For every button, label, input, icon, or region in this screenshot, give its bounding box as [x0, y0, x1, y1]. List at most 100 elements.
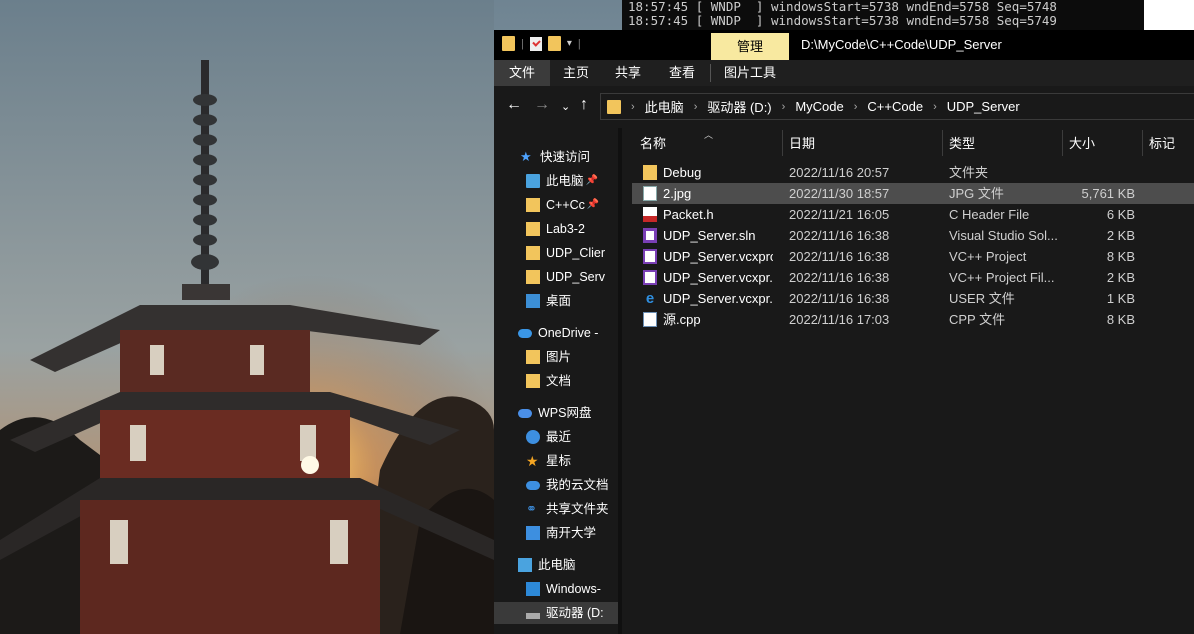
breadcrumb-separator-icon[interactable]: ›	[854, 101, 858, 113]
tab-share[interactable]: 共享	[602, 60, 654, 86]
file-row[interactable]: Packet.h 2022/11/21 16:05 C Header File …	[632, 204, 1194, 225]
new-folder-icon[interactable]	[547, 36, 561, 51]
title-bar: | ▾ | 管理 D:\MyCode\C++Code\UDP_Server	[494, 30, 1194, 60]
vcxproj-file-icon	[643, 249, 657, 264]
file-name: Debug	[663, 165, 702, 180]
recent-locations-chevron-icon[interactable]: ⌄	[561, 100, 570, 113]
tab-view[interactable]: 查看	[654, 60, 710, 86]
file-row[interactable]: UDP_Server.vcxpr... 2022/11/16 16:38 VC+…	[632, 267, 1194, 288]
nav-item-this-pc[interactable]: 此电脑	[494, 554, 618, 576]
file-row[interactable]: e UDP_Server.vcxpr... 2022/11/16 16:38 US…	[632, 288, 1194, 309]
toolbar-separator: |	[521, 37, 524, 50]
nav-item-starred[interactable]: ★ 星标	[494, 450, 618, 472]
breadcrumb-separator-icon[interactable]: ›	[694, 101, 698, 113]
pc-icon	[526, 174, 540, 188]
folder-icon	[526, 246, 540, 260]
nav-item-udp-client[interactable]: UDP_Clier	[494, 242, 618, 264]
nav-item-pictures[interactable]: 图片	[494, 346, 618, 368]
nav-item-this-pc-pinned[interactable]: 此电脑 📌	[494, 170, 618, 192]
nav-item-quick-access[interactable]: ★ 快速访问	[494, 146, 618, 168]
file-size: 8 KB	[1106, 249, 1135, 264]
column-header-tags[interactable]: 标记	[1149, 130, 1175, 158]
file-type: 文件夹	[949, 165, 989, 180]
nav-item-windows-drive[interactable]: Windows-	[494, 578, 618, 600]
forward-arrow-icon[interactable]: →	[534, 96, 550, 114]
tab-picture-tools[interactable]: 图片工具	[711, 60, 789, 86]
console-output: 18:57:45 [ WNDP ] windowsStart=5738 wndE…	[622, 0, 1144, 30]
nav-item-my-cloud-docs[interactable]: 我的云文档	[494, 474, 618, 496]
drive-icon	[526, 582, 540, 596]
folder-icon	[526, 222, 540, 236]
nav-item-recent[interactable]: 最近	[494, 426, 618, 448]
file-row[interactable]: UDP_Server.vcxproj 2022/11/16 16:38 VC++…	[632, 246, 1194, 267]
file-type: C Header File	[949, 207, 1030, 222]
properties-icon[interactable]	[529, 36, 542, 51]
tab-home[interactable]: 主页	[550, 60, 602, 86]
nav-item-cpp-code[interactable]: C++Cc 📌	[494, 194, 618, 216]
background-window	[1144, 0, 1194, 30]
nav-item-shared-folders[interactable]: ⚭ 共享文件夹	[494, 498, 618, 520]
file-date: 2022/11/16 16:38	[789, 228, 890, 243]
file-row-selected[interactable]: 2.jpg 2022/11/30 18:57 JPG 文件 5,761 KB	[632, 183, 1194, 204]
nav-item-drive-d[interactable]: 驱动器 (D:	[494, 602, 618, 624]
pc-icon	[518, 558, 532, 572]
nav-item-label: Lab3-2	[546, 222, 585, 236]
column-header-name[interactable]: 名称	[640, 130, 666, 158]
breadcrumb-separator-icon[interactable]: ›	[782, 101, 786, 113]
file-row[interactable]: Debug 2022/11/16 20:57 文件夹	[632, 162, 1194, 183]
nav-item-label: 快速访问	[540, 150, 591, 164]
manage-context-tab[interactable]: 管理	[711, 33, 789, 60]
column-header-date[interactable]: 日期	[789, 130, 815, 158]
file-type: VC++ Project	[949, 249, 1027, 264]
file-date: 2022/11/21 16:05	[789, 207, 890, 222]
nav-item-onedrive[interactable]: OneDrive -	[494, 322, 618, 344]
file-type: VC++ Project Fil...	[949, 270, 1055, 285]
toolbar-separator: |	[577, 37, 581, 50]
back-arrow-icon[interactable]: ←	[506, 96, 522, 114]
column-header-type[interactable]: 类型	[949, 130, 975, 158]
nav-item-label: 桌面	[546, 294, 572, 308]
nav-item-nankai[interactable]: 南开大学	[494, 522, 618, 544]
up-arrow-icon[interactable]: ↑	[580, 96, 588, 114]
file-type: Visual Studio Sol...	[949, 228, 1058, 243]
nav-item-lab3-2[interactable]: Lab3-2	[494, 218, 618, 240]
pin-icon: 📌	[586, 199, 600, 210]
customize-toolbar-chevron-icon[interactable]: ▾	[567, 38, 572, 49]
file-name: 2.jpg	[663, 186, 692, 201]
breadcrumb-separator-icon[interactable]: ›	[933, 101, 937, 113]
breadcrumb-item[interactable]: 此电脑	[645, 97, 684, 116]
tab-file[interactable]: 文件	[494, 60, 550, 86]
file-size: 1 KB	[1106, 291, 1135, 306]
breadcrumb-item[interactable]: UDP_Server	[947, 99, 1020, 114]
quick-access-toolbar: | ▾ |	[502, 36, 581, 51]
breadcrumb-item[interactable]: C++Code	[867, 99, 923, 114]
nav-item-label: 文档	[546, 374, 572, 388]
column-separator[interactable]	[1062, 130, 1063, 156]
nav-item-desktop[interactable]: 桌面	[494, 290, 618, 312]
breadcrumb-item[interactable]: 驱动器 (D:)	[707, 97, 771, 116]
column-separator[interactable]	[942, 130, 943, 156]
sln-file-icon	[643, 228, 657, 243]
file-row[interactable]: 源.cpp 2022/11/16 17:03 CPP 文件 8 KB	[632, 309, 1194, 330]
folder-icon	[502, 36, 515, 51]
column-header-size[interactable]: 大小	[1069, 130, 1095, 158]
folder-icon	[607, 99, 621, 114]
nav-item-label: 南开大学	[546, 526, 597, 540]
breadcrumb-separator-icon[interactable]: ›	[631, 101, 635, 113]
nav-item-label: OneDrive -	[538, 326, 599, 340]
column-separator[interactable]	[782, 130, 783, 156]
file-list: ︿ 名称 日期 类型 大小 标记 Debug 2022/11/16 20:57 …	[622, 128, 1194, 634]
file-size: 5,761 KB	[1081, 186, 1136, 201]
breadcrumb-item[interactable]: MyCode	[795, 99, 843, 114]
address-bar[interactable]: › 此电脑 › 驱动器 (D:) › MyCode › C++Code › UD…	[600, 93, 1194, 120]
nav-item-udp-server[interactable]: UDP_Serv	[494, 266, 618, 288]
file-date: 2022/11/16 17:03	[789, 312, 890, 327]
nav-item-wps-drive[interactable]: WPS网盘	[494, 402, 618, 424]
nav-item-documents[interactable]: 文档	[494, 370, 618, 392]
file-date: 2022/11/16 20:57	[789, 165, 890, 180]
nav-item-label: 图片	[546, 350, 572, 364]
file-name: UDP_Server.sln	[663, 228, 756, 243]
folder-icon	[526, 374, 540, 388]
file-row[interactable]: UDP_Server.sln 2022/11/16 16:38 Visual S…	[632, 225, 1194, 246]
column-separator[interactable]	[1142, 130, 1143, 156]
